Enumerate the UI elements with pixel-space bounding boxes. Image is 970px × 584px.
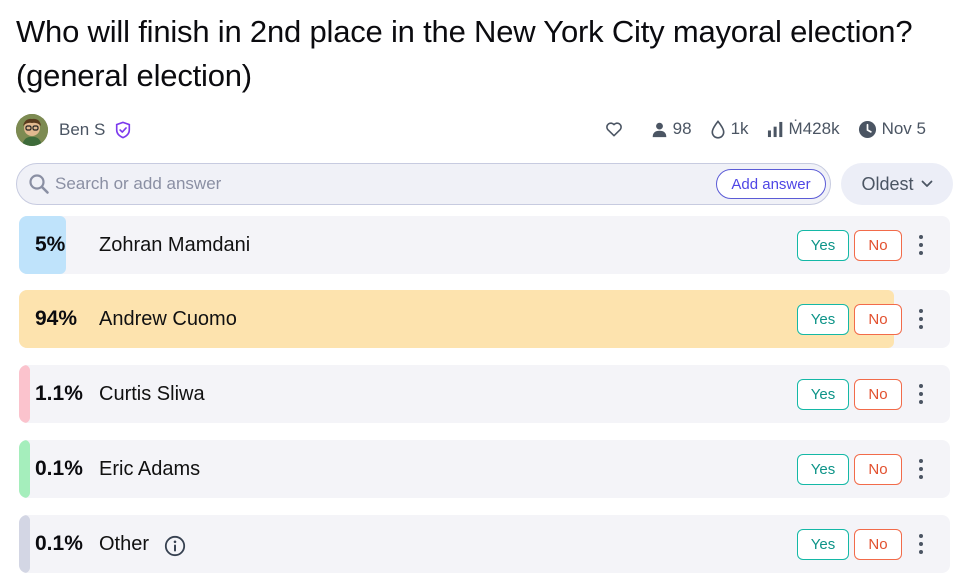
sort-label: Oldest	[861, 173, 914, 194]
search-bar: Add answer	[16, 163, 831, 205]
no-button[interactable]: No	[854, 304, 902, 335]
no-button[interactable]: No	[854, 529, 902, 560]
market-stats: 98 1k Ṁ428k Nov 5	[586, 119, 926, 139]
answer-percent: 0.1%	[35, 457, 83, 480]
close-date-stat: Nov 5	[858, 119, 926, 139]
no-button[interactable]: No	[854, 379, 902, 410]
yes-button[interactable]: Yes	[797, 529, 849, 560]
heart-icon	[605, 122, 622, 137]
answer-name: Eric Adams	[99, 458, 201, 480]
no-button[interactable]: No	[854, 454, 902, 485]
yes-button[interactable]: Yes	[797, 379, 849, 410]
search-icon	[29, 174, 49, 194]
more-options-icon[interactable]	[915, 307, 927, 331]
yes-button[interactable]: Yes	[797, 304, 849, 335]
answer-name: Other	[99, 533, 150, 555]
answer-name: Zohran Mamdani	[99, 234, 251, 256]
answer-name: Andrew Cuomo	[99, 308, 237, 330]
market-meta: Ben S 98 1k Ṁ428k Nov 5	[16, 114, 950, 146]
traders-stat: 98	[651, 119, 692, 139]
user-icon	[652, 122, 666, 137]
clock-icon	[858, 120, 876, 138]
answer-percent: 94%	[35, 307, 78, 330]
traders-count: 98	[672, 119, 692, 138]
like-button[interactable]	[604, 119, 629, 139]
answer-row[interactable]: 0.1% Eric Adams Yes No	[19, 440, 950, 498]
verified-badge-icon	[115, 121, 131, 139]
answer-row[interactable]: 94% Andrew Cuomo Yes No	[19, 290, 950, 348]
author-name[interactable]: Ben S	[59, 120, 105, 140]
answer-name: Curtis Sliwa	[99, 383, 205, 405]
chevron-down-icon	[921, 180, 932, 187]
more-options-icon[interactable]	[915, 457, 927, 481]
droplet-icon	[711, 119, 725, 139]
bar-chart-icon	[767, 121, 782, 137]
probability-bar	[19, 515, 30, 573]
answer-row[interactable]: 1.1% Curtis Sliwa Yes No	[19, 365, 950, 423]
answer-row[interactable]: 5% Zohran Mamdani Yes No	[19, 216, 950, 274]
no-button[interactable]: No	[854, 230, 902, 261]
close-date: Nov 5	[881, 119, 926, 138]
add-answer-button[interactable]: Add answer	[716, 169, 826, 199]
search-input[interactable]	[55, 172, 695, 196]
sort-dropdown[interactable]: Oldest	[841, 163, 953, 205]
more-options-icon[interactable]	[915, 382, 927, 406]
liquidity-stat: 1k	[710, 119, 749, 139]
market-title: Who will finish in 2nd place in the New …	[16, 14, 913, 93]
answer-row[interactable]: 0.1% Other Yes No	[19, 515, 950, 573]
volume-stat: Ṁ428k	[767, 119, 840, 139]
probability-bar	[19, 440, 30, 498]
more-options-icon[interactable]	[915, 233, 927, 257]
answer-percent: 5%	[35, 233, 66, 256]
answer-percent: 1.1%	[35, 382, 83, 405]
avatar[interactable]	[16, 114, 48, 146]
info-icon[interactable]	[164, 535, 186, 557]
answer-percent: 0.1%	[35, 532, 83, 555]
probability-bar	[19, 365, 30, 423]
volume-value: Ṁ428k	[788, 119, 840, 138]
yes-button[interactable]: Yes	[797, 230, 849, 261]
more-options-icon[interactable]	[915, 532, 927, 556]
liquidity-value: 1k	[730, 119, 749, 138]
yes-button[interactable]: Yes	[797, 454, 849, 485]
